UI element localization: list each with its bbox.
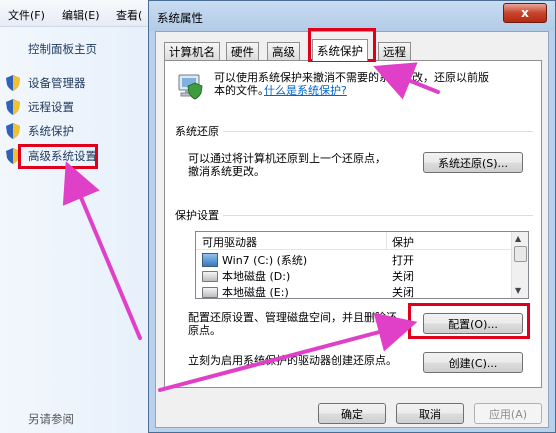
intro-text-line1: 可以使用系统保护来撤消不需要的系统更改，还原以前版 <box>214 71 489 84</box>
protection-settings-heading: 保护设置 <box>175 209 223 222</box>
table-row[interactable]: 本地磁盘 (D:) 关闭 <box>196 266 514 283</box>
sidebar-item-label: 远程设置 <box>28 100 74 114</box>
table-row[interactable]: 本地磁盘 (E:) 关闭 <box>196 282 514 298</box>
close-icon: x <box>521 6 529 20</box>
shield-icon <box>6 75 20 91</box>
menu-edit[interactable]: 编辑(E) <box>62 7 100 23</box>
divider <box>175 131 533 132</box>
system-drive-icon <box>202 253 218 267</box>
tab-computer-name[interactable]: 计算机名 <box>164 42 220 60</box>
sidebar-item-system-protection[interactable]: 系统保护 <box>6 122 74 140</box>
divider <box>175 215 533 216</box>
table-row[interactable]: Win7 (C:) (系统) 打开 <box>196 250 514 267</box>
system-restore-text-line2: 撤消系统更改。 <box>188 165 265 178</box>
create-text: 立刻为启用系统保护的驱动器创建还原点。 <box>188 354 397 367</box>
sidebar-item-label: 系统保护 <box>28 124 74 138</box>
tab-hardware[interactable]: 硬件 <box>226 42 259 60</box>
shield-icon <box>6 123 20 139</box>
drive-list-header: 可用驱动器 保护 <box>196 232 514 250</box>
see-also-heading: 另请参阅 <box>28 412 74 426</box>
scroll-up-icon[interactable]: ▲ <box>515 234 521 243</box>
configure-text-line1: 配置还原设置、管理磁盘空间，并且删除还 <box>188 311 397 324</box>
drive-icon <box>202 270 218 282</box>
ok-button[interactable]: 确定 <box>318 403 386 424</box>
tab-remote[interactable]: 远程 <box>378 42 411 60</box>
highlight-box-configure-button <box>408 303 530 339</box>
scroll-down-icon[interactable]: ▼ <box>515 286 521 295</box>
what-is-system-protection-link[interactable]: 什么是系统保护? <box>264 84 347 97</box>
close-button[interactable]: x <box>503 3 547 23</box>
drive-name: 本地磁盘 (E:) <box>222 286 289 299</box>
vertical-scrollbar[interactable]: ▲ ▼ <box>511 232 528 298</box>
system-restore-button[interactable]: 系统还原(S)... <box>423 152 523 173</box>
intro-text-line2: 本的文件。 <box>214 84 269 97</box>
title-bar: 系统属性 x <box>149 1 555 31</box>
tab-system-protection[interactable]: 系统保护 <box>312 39 368 61</box>
configure-text-line2: 原点。 <box>188 324 221 337</box>
column-header-drive[interactable]: 可用驱动器 <box>202 234 257 250</box>
scroll-thumb[interactable] <box>514 246 527 262</box>
control-panel-sidebar: 控制面板主页 设备管理器 远程设置 系统保护 高级系统设置 另请参阅 <box>0 27 150 433</box>
menu-bar: 文件(F) 编辑(E) 查看( <box>0 0 160 27</box>
apply-button[interactable]: 应用(A) <box>474 403 542 424</box>
dialog-title: 系统属性 <box>157 11 203 25</box>
divider <box>386 232 387 249</box>
tab-advanced[interactable]: 高级 <box>267 42 300 60</box>
sidebar-item-label: 设备管理器 <box>28 76 86 90</box>
protection-status: 关闭 <box>392 286 414 299</box>
computer-shield-icon <box>178 74 203 100</box>
system-restore-text-line1: 可以通过将计算机还原到上一个还原点， <box>188 152 386 165</box>
create-button[interactable]: 创建(C)... <box>423 352 523 373</box>
control-panel-home-link[interactable]: 控制面板主页 <box>28 41 97 57</box>
sidebar-item-device-manager[interactable]: 设备管理器 <box>6 74 86 92</box>
drive-icon <box>202 286 218 298</box>
system-restore-heading: 系统还原 <box>175 125 223 138</box>
menu-file[interactable]: 文件(F) <box>8 7 45 23</box>
drive-list[interactable]: 可用驱动器 保护 Win7 (C:) (系统) 打开 本地磁盘 (D:) 关闭 … <box>195 231 529 299</box>
menu-view[interactable]: 查看( <box>116 7 142 23</box>
column-header-protection[interactable]: 保护 <box>392 234 414 250</box>
dialog-body: 计算机名 硬件 高级 系统保护 远程 可以使用系统保护来撤消不需要的系统更改，还… <box>155 31 549 428</box>
shield-icon <box>6 99 20 115</box>
highlight-box-advanced-settings <box>18 144 98 169</box>
cancel-button[interactable]: 取消 <box>396 403 464 424</box>
system-properties-dialog: 系统属性 x 计算机名 硬件 高级 系统保护 远程 可以使用系统保护来撤消不需要… <box>148 0 556 433</box>
sidebar-item-remote-settings[interactable]: 远程设置 <box>6 98 74 116</box>
